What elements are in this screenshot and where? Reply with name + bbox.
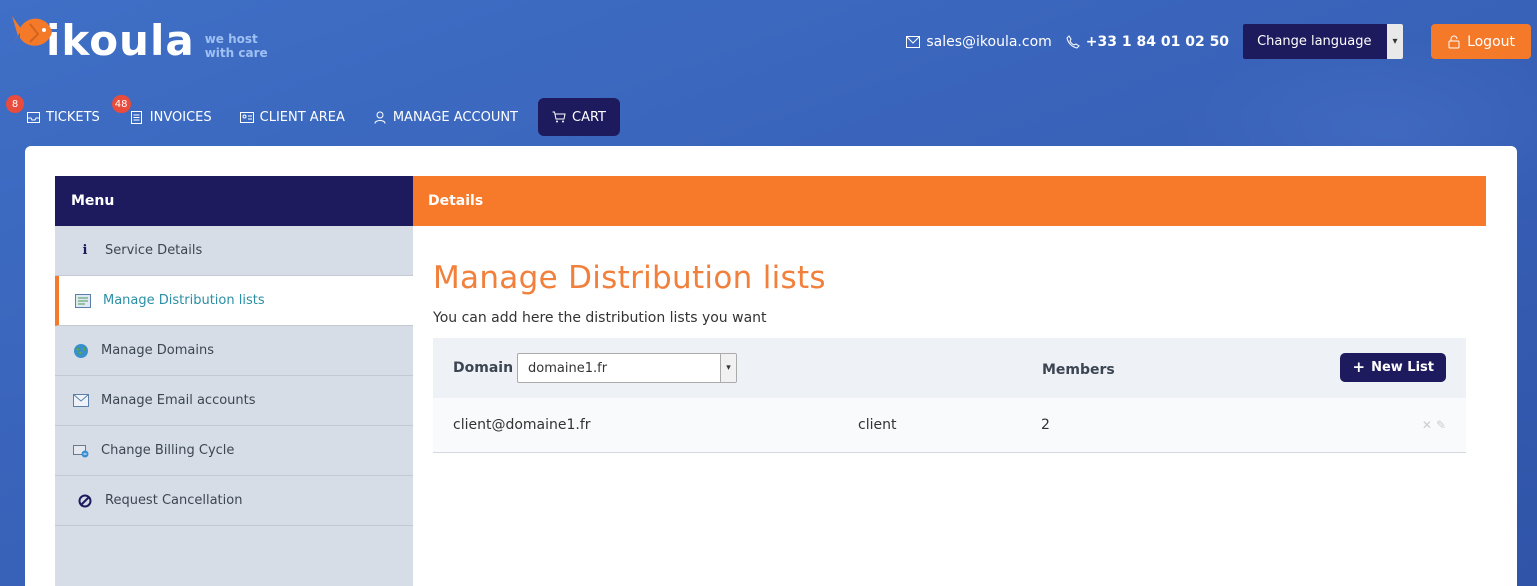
nav-client-area[interactable]: CLIENT AREA — [226, 98, 359, 136]
nav-tickets[interactable]: 8 TICKETS — [0, 95, 114, 136]
sidebar-title: Menu — [55, 176, 413, 226]
domain-select[interactable]: domaine1.fr ▾ — [517, 353, 738, 383]
main-card: Menu i Service Details Manage Distributi… — [25, 146, 1517, 586]
id-card-icon — [239, 110, 254, 124]
page-subtitle: You can add here the distribution lists … — [433, 310, 767, 326]
language-select[interactable]: Change language ▾ — [1243, 24, 1404, 59]
header-utilities: sales@ikoula.com +33 1 84 01 02 50 Chang… — [906, 24, 1531, 59]
delete-icon[interactable]: ✕ — [1422, 418, 1432, 432]
domain-select-value: domaine1.fr — [528, 360, 608, 376]
table-row[interactable]: client@domaine1.fr client 2 ✕ ✎ — [433, 398, 1466, 453]
edit-icon[interactable]: ✎ — [1436, 418, 1446, 432]
sidebar-item-label: Service Details — [105, 243, 203, 258]
nav-manage-account[interactable]: MANAGE ACCOUNT — [359, 98, 532, 136]
language-select-label: Change language — [1257, 34, 1372, 49]
brand-tagline: we host with care — [205, 32, 268, 60]
list-members-count: 2 — [1041, 417, 1050, 433]
chevron-down-icon: ▾ — [720, 354, 737, 382]
cancel-icon — [77, 493, 93, 509]
nav-cart[interactable]: CART — [538, 98, 620, 136]
table-header: Domain domaine1.fr ▾ Members + New List — [433, 338, 1466, 398]
nav-invoices[interactable]: 48 INVOICES — [111, 95, 226, 136]
logout-label: Logout — [1467, 33, 1515, 50]
ikoula-logo[interactable]: ikoula we host with care — [8, 10, 268, 66]
invoices-badge: 48 — [111, 95, 131, 113]
document-icon — [130, 110, 144, 124]
distribution-lists-table: Domain domaine1.fr ▾ Members + New List … — [433, 338, 1466, 453]
brand-name: ikoula — [46, 16, 195, 65]
contact-email[interactable]: sales@ikoula.com — [906, 33, 1052, 50]
sidebar-item-billing-cycle[interactable]: Change Billing Cycle — [55, 426, 413, 476]
nav-manage-account-label: MANAGE ACCOUNT — [392, 109, 518, 125]
sidebar-menu: Menu i Service Details Manage Distributi… — [55, 176, 413, 586]
cart-icon — [552, 110, 566, 124]
details-panel: Details Manage Distribution lists You ca… — [413, 176, 1486, 453]
page-title: Manage Distribution lists — [433, 260, 826, 296]
contact-email-text: sales@ikoula.com — [926, 33, 1052, 50]
list-icon — [75, 293, 91, 309]
user-icon — [373, 110, 387, 124]
sidebar-item-label: Change Billing Cycle — [101, 443, 235, 458]
logout-button[interactable]: Logout — [1431, 24, 1531, 59]
sidebar-item-label: Manage Email accounts — [101, 393, 256, 408]
info-icon: i — [82, 243, 88, 258]
nav-cart-label: CART — [572, 109, 606, 125]
list-email: client@domaine1.fr — [453, 417, 591, 433]
sidebar-item-service-details[interactable]: i Service Details — [55, 226, 413, 276]
sidebar-item-label: Request Cancellation — [105, 493, 243, 508]
fish-logo-icon — [8, 10, 54, 66]
phone-icon — [1066, 34, 1080, 49]
sidebar-item-email-accounts[interactable]: Manage Email accounts — [55, 376, 413, 426]
domain-label: Domain — [453, 360, 514, 376]
billing-icon — [73, 443, 89, 459]
list-name: client — [858, 417, 897, 433]
chevron-down-icon: ▾ — [1387, 24, 1404, 59]
sidebar-item-cancellation[interactable]: Request Cancellation — [55, 476, 413, 526]
contact-phone[interactable]: +33 1 84 01 02 50 — [1066, 34, 1229, 50]
envelope-icon — [906, 35, 921, 49]
tagline-line-2: with care — [204, 46, 268, 60]
nav-invoices-label: INVOICES — [149, 109, 212, 125]
members-column-header: Members — [1042, 362, 1115, 378]
new-list-label: New List — [1371, 360, 1434, 375]
envelope-icon — [73, 393, 89, 409]
details-header: Details — [413, 176, 1486, 226]
nav-tickets-label: TICKETS — [46, 109, 100, 125]
tickets-badge: 8 — [6, 95, 24, 113]
globe-icon — [73, 343, 89, 359]
lock-icon — [1447, 35, 1461, 49]
tagline-line-1: we host — [204, 32, 258, 46]
sidebar-item-label: Manage Distribution lists — [103, 293, 265, 308]
sidebar-item-domains[interactable]: Manage Domains — [55, 326, 413, 376]
row-actions: ✕ ✎ — [1422, 418, 1446, 432]
sidebar-item-distribution-lists[interactable]: Manage Distribution lists — [55, 276, 413, 326]
main-nav: 8 TICKETS 48 INVOICES CLIENT AREA MANAGE… — [0, 95, 620, 136]
sidebar-item-label: Manage Domains — [101, 343, 214, 358]
nav-client-area-label: CLIENT AREA — [259, 109, 345, 125]
inbox-icon — [26, 110, 40, 124]
contact-phone-text: +33 1 84 01 02 50 — [1085, 33, 1230, 50]
plus-icon: + — [1352, 358, 1366, 376]
new-list-button[interactable]: + New List — [1340, 353, 1446, 382]
